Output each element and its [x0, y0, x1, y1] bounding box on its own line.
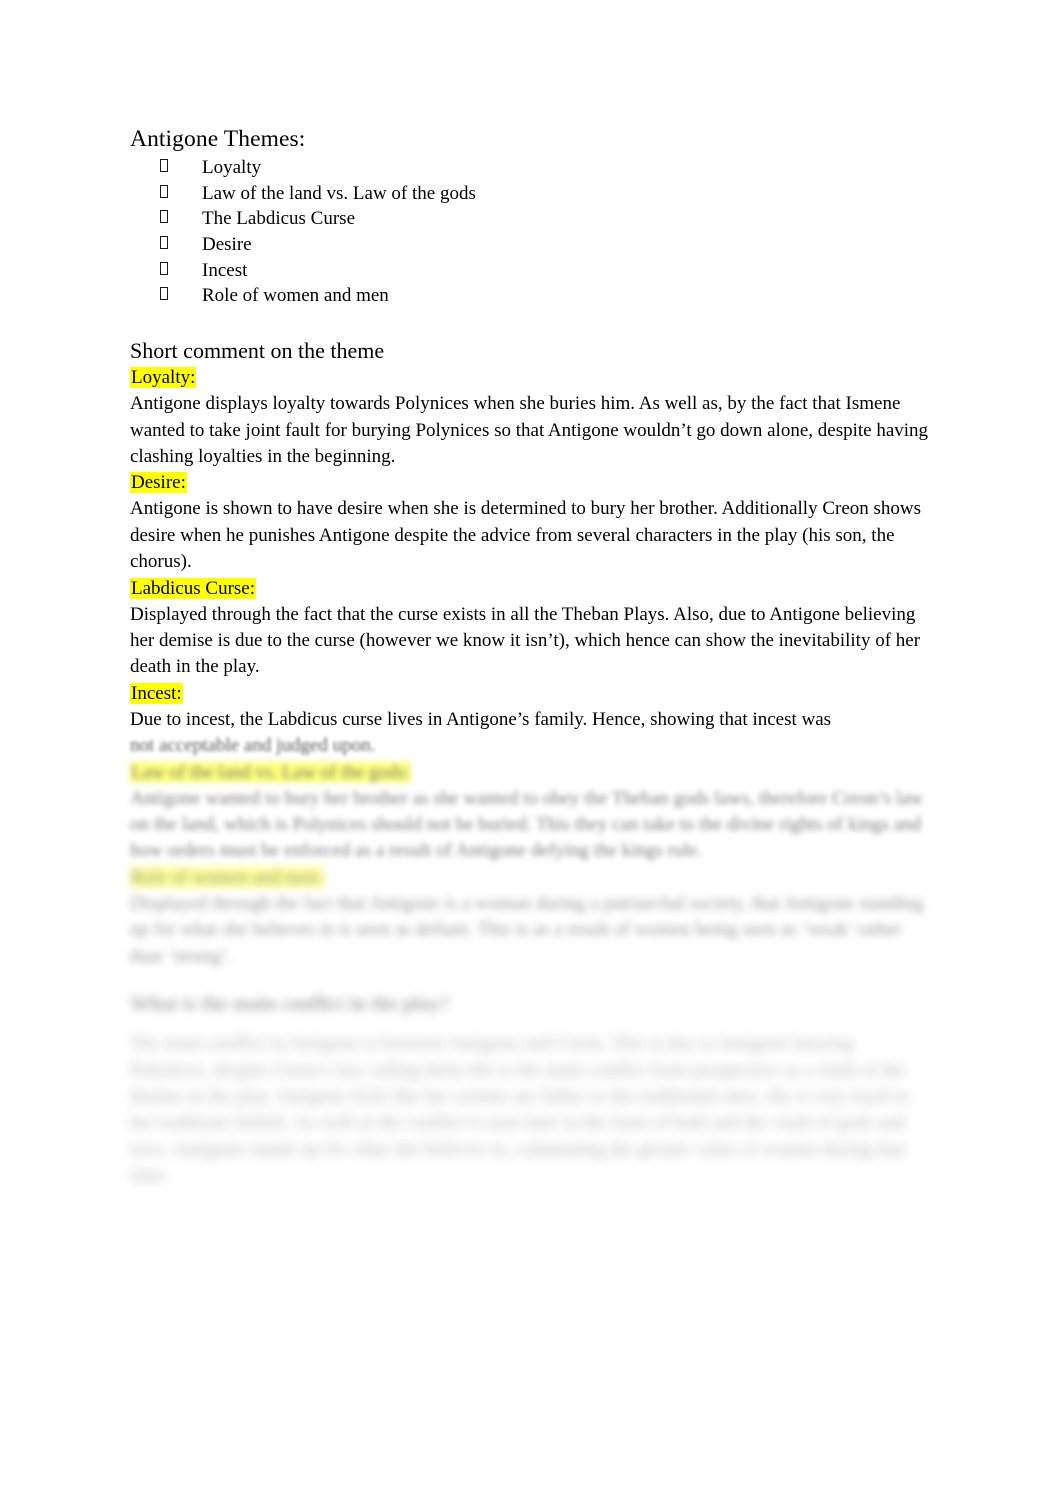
highlighted-label: Desire: — [130, 472, 187, 494]
blurred-heading-role-of-women: Role of women and men: — [130, 865, 932, 891]
highlighted-label: Law of the land vs. Law of the gods: — [130, 761, 412, 783]
list-item: Loyalty — [130, 155, 932, 181]
theme-label: The Labdicus Curse — [202, 208, 356, 230]
bullet-box-icon — [160, 236, 168, 250]
list-item: Role of women and men — [130, 283, 932, 309]
bullet-box-icon — [160, 184, 168, 198]
highlighted-label: Role of women and men: — [130, 866, 325, 888]
comment-heading-incest: Incest: — [130, 681, 932, 707]
blurred-question-body: The main conflict in Antigone is between… — [130, 1033, 910, 1187]
list-item: Incest — [130, 258, 932, 284]
bullet-box-icon — [160, 159, 168, 173]
theme-label: Desire — [202, 234, 252, 256]
bullet-box-icon — [160, 287, 168, 301]
blurred-heading-law-of-land: Law of the land vs. Law of the gods: — [130, 760, 932, 786]
theme-label: Loyalty — [202, 157, 262, 179]
document-page: Antigone Themes: Loyalty Law of the land… — [0, 0, 1062, 1506]
comment-body-labdicus-curse: Displayed through the fact that the curs… — [130, 603, 921, 678]
highlighted-label: Incest: — [130, 682, 183, 704]
themes-list: Loyalty Law of the land vs. Law of the g… — [130, 155, 932, 309]
document-content: Antigone Themes: Loyalty Law of the land… — [130, 126, 932, 1190]
comment-heading-labdicus-curse: Labdicus Curse: — [130, 576, 932, 602]
highlighted-label: Labdicus Curse: — [130, 577, 257, 599]
section-heading: Short comment on the theme — [130, 337, 385, 363]
list-item: Desire — [130, 232, 932, 258]
comment-heading-desire: Desire: — [130, 470, 932, 496]
theme-label: Incest — [202, 259, 248, 281]
blurred-question-heading: What is the main conflict in the play? — [130, 993, 450, 1016]
comment-body-incest: Due to incest, the Labdicus curse lives … — [130, 708, 832, 730]
list-item: The Labdicus Curse — [130, 206, 932, 232]
blurred-incest-tail: not acceptable and judged upon. — [130, 735, 376, 757]
theme-label: Law of the land vs. Law of the gods — [202, 182, 476, 204]
comment-body-loyalty: Antigone displays loyalty towards Polyni… — [130, 393, 929, 468]
blurred-region: not acceptable and judged upon. Law of t… — [130, 733, 932, 1189]
theme-label: Role of women and men — [202, 285, 389, 307]
page-title: Antigone Themes: — [130, 126, 306, 152]
blurred-body-role-of-women: Displayed through the fact that Antigone… — [130, 892, 924, 967]
bullet-box-icon — [160, 261, 168, 275]
comment-heading-loyalty: Loyalty: — [130, 365, 932, 391]
comment-body-desire: Antigone is shown to have desire when sh… — [130, 498, 922, 573]
highlighted-label: Loyalty: — [130, 367, 197, 389]
bullet-box-icon — [160, 210, 168, 224]
list-item: Law of the land vs. Law of the gods — [130, 181, 932, 207]
blurred-body-law-of-land: Antigone wanted to bury her brother as s… — [130, 787, 924, 862]
